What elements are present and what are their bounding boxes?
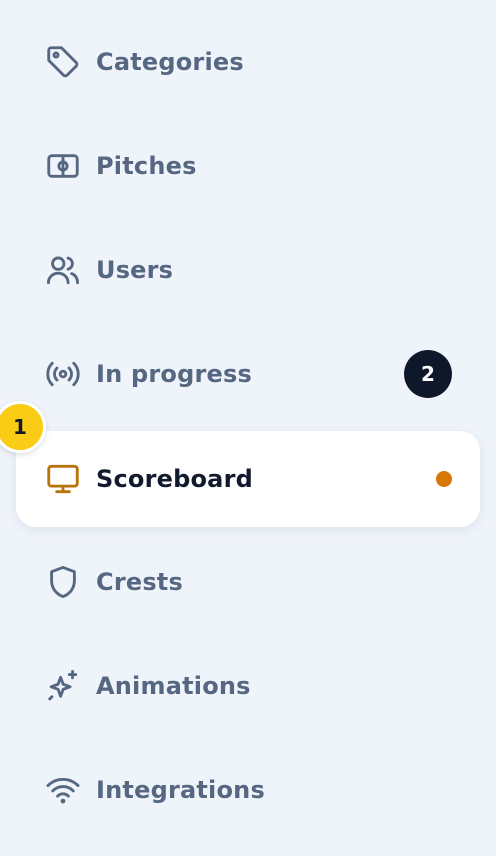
- pitch-icon: [44, 147, 82, 185]
- sidebar-item-label: Scoreboard: [96, 465, 253, 493]
- sidebar-item-animations[interactable]: Animations: [16, 638, 480, 734]
- sidebar-item-label: Users: [96, 256, 174, 284]
- tag-icon: [44, 43, 82, 81]
- sidebar-item-scoreboard[interactable]: Scoreboard: [16, 431, 480, 527]
- users-icon: [44, 251, 82, 289]
- active-indicator-dot: [436, 471, 452, 487]
- count-badge: 2: [404, 350, 452, 398]
- sidebar-item-label: In progress: [96, 360, 252, 388]
- sidebar-item-label: Integrations: [96, 776, 265, 804]
- sidebar-item-label: Crests: [96, 568, 183, 596]
- sidebar-item-label: Categories: [96, 48, 244, 76]
- monitor-icon: [44, 460, 82, 498]
- broadcast-icon: [44, 355, 82, 393]
- sidebar-item-crests[interactable]: Crests: [16, 534, 480, 630]
- sidebar-nav: Categories Pitches Users In progress 2 S…: [0, 0, 496, 856]
- wifi-icon: [44, 771, 82, 809]
- sidebar-item-integrations[interactable]: Integrations: [16, 742, 480, 838]
- sidebar-item-label: Animations: [96, 672, 251, 700]
- sidebar-item-categories[interactable]: Categories: [16, 14, 480, 110]
- sidebar-item-in-progress[interactable]: In progress 2: [16, 326, 480, 422]
- shield-icon: [44, 563, 82, 601]
- sidebar-item-label: Pitches: [96, 152, 197, 180]
- sparkles-icon: [44, 667, 82, 705]
- sidebar-item-users[interactable]: Users: [16, 222, 480, 318]
- sidebar-item-pitches[interactable]: Pitches: [16, 118, 480, 214]
